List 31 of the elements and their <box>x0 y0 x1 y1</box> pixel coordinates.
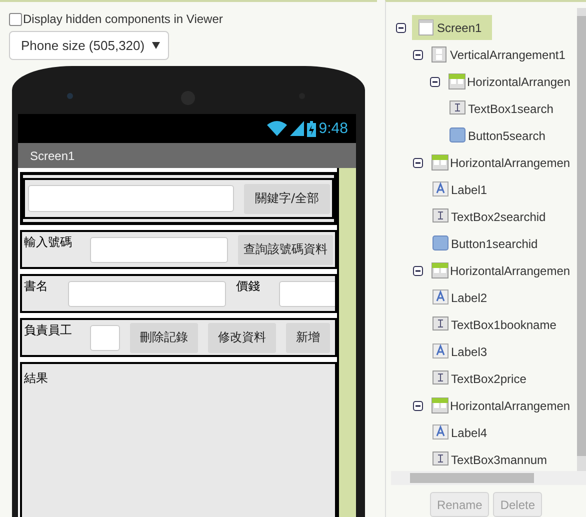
app-button[interactable]: 關鍵字/全部 <box>244 184 330 214</box>
component-item[interactable]: TextBox1search <box>447 98 558 119</box>
component-item[interactable]: Button5search <box>447 125 550 146</box>
result-label: 結果 <box>24 371 48 385</box>
component-item[interactable]: HorizontalArrangemen <box>429 152 574 173</box>
component-item[interactable]: TextBox3mannum <box>430 449 552 470</box>
checkbox-label: Display hidden components in Viewer <box>23 12 223 26</box>
component-item[interactable]: HorizontalArrangen <box>446 71 574 92</box>
component-item[interactable]: VerticalArrangement1 <box>429 44 570 65</box>
app-button[interactable]: 查詢該號碼資料 <box>238 234 333 264</box>
component-item[interactable]: TextBox1bookname <box>430 314 560 335</box>
component-item[interactable]: TextBox2price <box>430 368 530 389</box>
app-button[interactable]: 新增 <box>286 322 330 352</box>
field-label: 負責員工 <box>24 322 73 339</box>
field-label: 價錢 <box>236 278 261 295</box>
component-item[interactable]: Screen1 <box>412 15 492 40</box>
component-item[interactable]: Button1searchid <box>430 233 542 254</box>
app-button[interactable]: 修改資料 <box>208 322 276 352</box>
component-item[interactable]: TextBox2searchid <box>430 206 550 227</box>
app-button[interactable]: 刪除記錄 <box>130 322 198 352</box>
field-label: 輸入號碼 <box>24 234 73 251</box>
phone-size-dropdown[interactable]: Phone size (505,320) <box>9 31 169 60</box>
component-item[interactable]: Label1 <box>430 179 492 200</box>
screen-title: Screen1 <box>18 143 356 168</box>
field-label: 書名 <box>24 278 49 295</box>
component-item[interactable]: HorizontalArrangemen <box>429 395 574 416</box>
component-item[interactable]: Label2 <box>430 287 492 308</box>
component-item[interactable]: HorizontalArrangemen <box>429 260 574 281</box>
component-item[interactable]: Label4 <box>430 422 492 443</box>
component-item[interactable]: Label3 <box>430 341 492 362</box>
clock-time: 9:48 <box>318 120 348 137</box>
